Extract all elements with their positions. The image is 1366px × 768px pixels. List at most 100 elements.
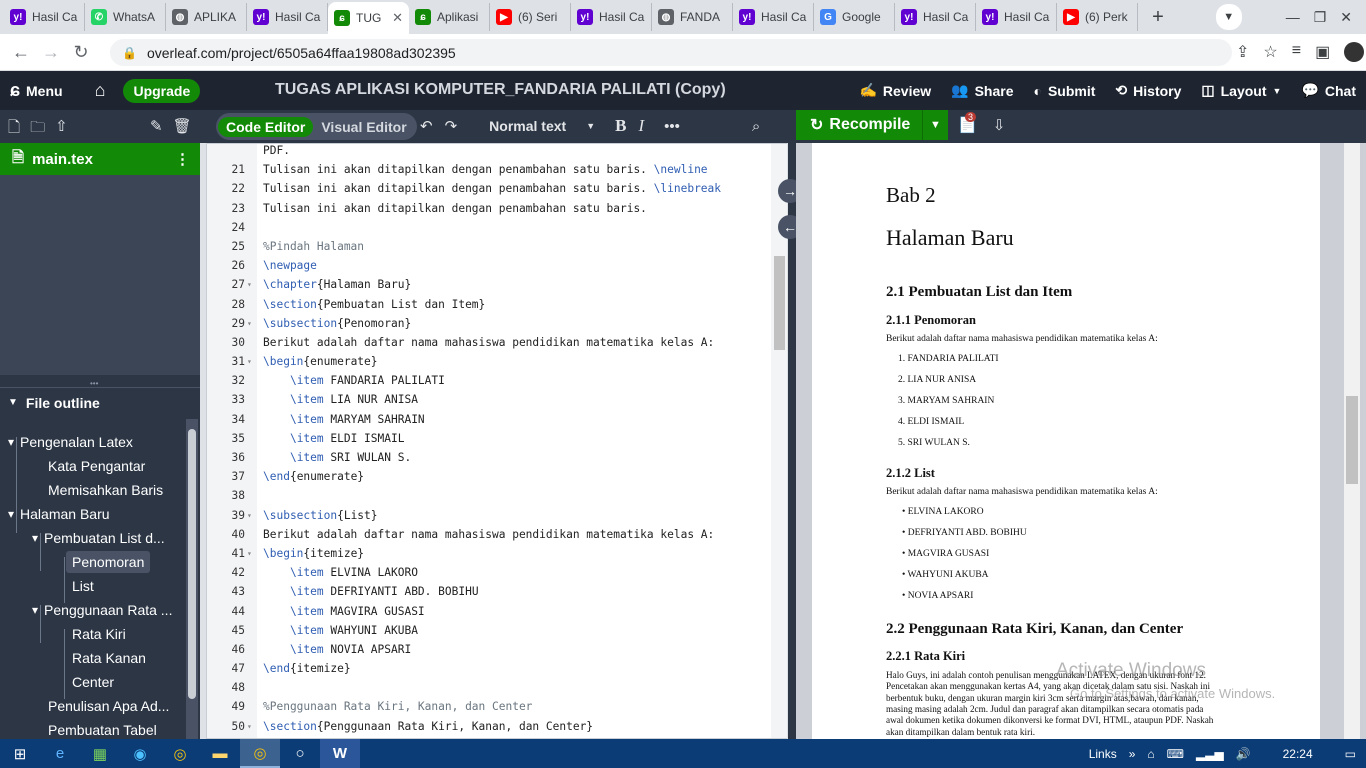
fold-marker[interactable]: ▾ (247, 717, 257, 736)
search-icon[interactable]: ⌕ (752, 118, 760, 135)
upgrade-button[interactable]: Upgrade (123, 78, 201, 103)
browser-tab[interactable]: ▶ (6) Seri (490, 3, 571, 31)
chevron-down-icon[interactable]: ▾ (32, 531, 38, 545)
code-line[interactable]: 50 ▾ \section{Penggunaan Rata Kiri, Kanan,… (207, 717, 777, 736)
minimize-icon[interactable]: — (1286, 9, 1300, 25)
code-line[interactable]: 43 \item DEFRIYANTI ABD. BOBIHU (207, 582, 777, 601)
fold-marker[interactable]: ▾ (247, 352, 257, 371)
code-line[interactable]: 22 Tulisan ini akan ditapilkan dengan pen… (207, 179, 777, 198)
outline-item[interactable]: Memisahkan Baris (48, 479, 163, 501)
italic-icon[interactable]: I (638, 116, 644, 136)
fold-marker[interactable]: ▾ (247, 275, 257, 294)
windows-start-icon[interactable]: ⊞ (0, 739, 40, 768)
new-folder-icon[interactable]: 🗀 (30, 117, 45, 142)
share-page-icon[interactable]: ⇪ (1236, 42, 1249, 62)
back-icon[interactable]: ← (6, 42, 36, 63)
rename-pencil-icon[interactable]: ✎ (150, 117, 163, 135)
upload-icon[interactable]: ⇧ (55, 117, 68, 142)
file-menu-icon[interactable]: ⋮ (175, 150, 190, 168)
code-line[interactable]: 49 %Penggunaan Rata Kiri, Kanan, dan Cent… (207, 697, 777, 716)
chevron-down-icon[interactable]: ▾ (8, 435, 14, 449)
clock[interactable]: 22:24 (1283, 747, 1313, 761)
bookmark-star-icon[interactable]: ☆ (1263, 42, 1277, 62)
code-line[interactable]: 42 \item ELVINA LAKORO (207, 563, 777, 582)
code-line[interactable]: 25 %Pindah Halaman (207, 237, 777, 256)
code-line[interactable]: 21 Tulisan ini akan ditapilkan dengan pen… (207, 160, 777, 179)
outline-item[interactable]: ▾ Pembuatan List d... (32, 527, 165, 549)
bold-icon[interactable]: B (615, 116, 626, 136)
browser-tab[interactable]: y! Hasil Ca (571, 3, 652, 31)
links-toolbar[interactable]: Links (1089, 747, 1117, 761)
outline-item[interactable]: Pembuatan Tabel (48, 719, 157, 741)
code-line[interactable]: 27 ▾ \chapter{Halaman Baru} (207, 275, 777, 294)
reading-list-icon[interactable]: ≡ (1292, 42, 1301, 62)
visual-editor-tab[interactable]: Visual Editor (313, 117, 414, 137)
tab-search-icon[interactable]: ▼ (1215, 4, 1242, 30)
chat-button[interactable]: 💬 Chat (1291, 71, 1366, 110)
browser-tab[interactable]: y! Hasil Ca (895, 3, 976, 31)
code-line[interactable]: 24 (207, 218, 777, 237)
outline-item[interactable]: ▾ Halaman Baru (8, 503, 110, 525)
share-button[interactable]: 👥 Share (941, 71, 1023, 110)
pdf-scrollbar[interactable] (1344, 143, 1360, 739)
code-line[interactable]: 32 \item FANDARIA PALILATI (207, 371, 777, 390)
pdf-preview[interactable]: Bab 2 Halaman Baru 2.1 Pembuatan List da… (796, 143, 1366, 739)
code-line[interactable]: 31 ▾ \begin{enumerate} (207, 352, 777, 371)
code-line[interactable]: PDF. (207, 141, 777, 160)
outline-scrollbar[interactable] (186, 419, 198, 739)
outline-item[interactable]: Rata Kiri (72, 623, 126, 645)
browser-tab[interactable]: ◍ APLIKA (166, 3, 247, 31)
menu-button[interactable]: ɕ Menu (0, 71, 73, 110)
browser-tab[interactable]: y! Hasil Ca (976, 3, 1057, 31)
layout-button[interactable]: ◫ Layout ▼ (1191, 71, 1291, 110)
code-line[interactable]: 35 \item ELDI ISMAIL (207, 429, 777, 448)
fold-marker[interactable]: ▾ (247, 506, 257, 525)
browser-tab[interactable]: y! Hasil Ca (733, 3, 814, 31)
edge-icon[interactable]: ◉ (120, 739, 160, 768)
close-window-icon[interactable]: ✕ (1340, 9, 1352, 26)
code-line[interactable]: 30 Berikut adalah daftar nama mahasiswa p… (207, 333, 777, 352)
code-line[interactable]: 33 \item LIA NUR ANISA (207, 390, 777, 409)
word-icon[interactable]: W (320, 739, 360, 768)
code-line[interactable]: 45 \item WAHYUNI AKUBA (207, 621, 777, 640)
browser-tab[interactable]: y! Hasil Ca (247, 3, 328, 31)
notification-icon[interactable]: ▭ (1345, 747, 1356, 761)
code-line[interactable]: 28 \section{Pembuatan List dan Item} (207, 295, 777, 314)
browser-tab[interactable]: G Google (814, 3, 895, 31)
outline-item[interactable]: ▾ Pengenalan Latex (8, 431, 133, 453)
outline-item[interactable]: Kata Pengantar (48, 455, 145, 477)
project-title[interactable]: TUGAS APLIKASI KOMPUTER_FANDARIA PALILAT… (275, 81, 726, 99)
chrome-icon[interactable]: ◎ (160, 739, 200, 768)
cortana-icon[interactable]: ○ (280, 739, 320, 768)
file-item-main-tex[interactable]: 🗎 main.tex ⋮ (0, 143, 200, 175)
recompile-button[interactable]: ↻ Recompile ▼ (796, 110, 948, 140)
submit-button[interactable]: ◐ Submit (1024, 71, 1106, 110)
browser-tab[interactable]: ✆ WhatsA (85, 3, 166, 31)
code-line[interactable]: 38 (207, 486, 777, 505)
outline-item[interactable]: Center (72, 671, 114, 693)
code-line[interactable]: 26 \newpage (207, 256, 777, 275)
history-button[interactable]: ⟲ History (1105, 71, 1191, 110)
code-line[interactable]: 47 \end{itemize} (207, 659, 777, 678)
code-line[interactable]: 36 \item SRI WULAN S. (207, 448, 777, 467)
more-options-icon[interactable]: ••• (664, 118, 680, 135)
language-icon[interactable]: ⌨ (1167, 747, 1184, 761)
browser-tab[interactable]: ɕ Aplikasi (409, 3, 490, 31)
code-line[interactable]: 23 Tulisan ini akan ditapilkan dengan pen… (207, 199, 777, 218)
fold-marker[interactable]: ▾ (247, 544, 257, 563)
code-line[interactable]: 44 \item MAGVIRA GUSASI (207, 602, 777, 621)
code-line[interactable]: 37 \end{enumerate} (207, 467, 777, 486)
network-icon[interactable]: ▂▃▅ (1196, 747, 1224, 761)
chevron-down-icon[interactable]: ▾ (8, 507, 14, 521)
file-outline-header[interactable]: ▼ File outline (0, 387, 200, 417)
close-tab-icon[interactable]: ✕ (392, 10, 403, 26)
file-explorer-icon[interactable]: ▬ (200, 739, 240, 768)
browser-tab[interactable]: ɕ TUG ✕ (328, 2, 409, 34)
chrome-active-icon[interactable]: ◎ (240, 739, 280, 768)
review-button[interactable]: ✍ Review (849, 71, 941, 110)
url-field[interactable]: 🔒 overleaf.com/project/6505a64ffaa19808a… (110, 39, 1232, 66)
outline-item[interactable]: Rata Kanan (72, 647, 146, 669)
code-editor[interactable]: PDF. 21 Tulisan ini akan ditapilkan dengan… (206, 143, 787, 739)
store-icon[interactable]: ▦ (80, 739, 120, 768)
side-panel-icon[interactable]: ▣ (1315, 42, 1330, 62)
